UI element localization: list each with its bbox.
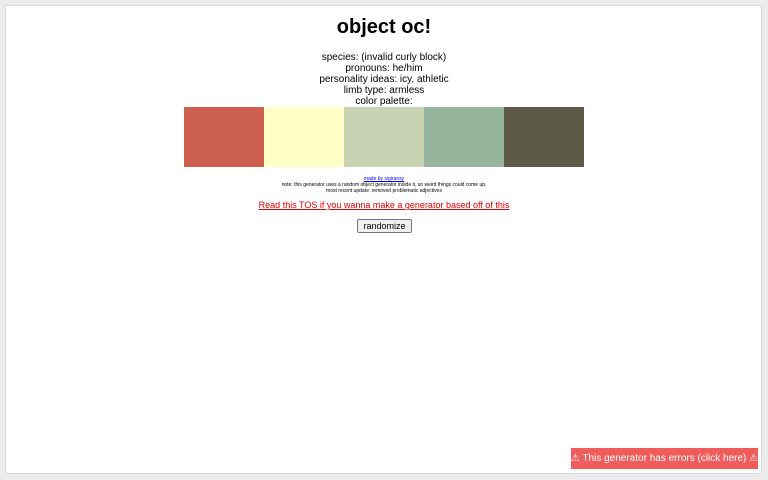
- color-palette: [184, 107, 584, 167]
- color-swatch-1: [184, 107, 264, 167]
- species-line: species: (invalid curly block): [321, 52, 447, 63]
- color-palette-label: color palette:: [355, 96, 413, 107]
- personality-line: personality ideas: icy, athletic: [319, 74, 449, 85]
- randomize-button[interactable]: randomize: [357, 219, 412, 233]
- color-swatch-2: [264, 107, 344, 167]
- error-notice-button[interactable]: ⚠ This generator has errors (click here)…: [571, 448, 758, 469]
- color-swatch-4: [424, 107, 504, 167]
- pronouns-line: pronouns: he/him: [345, 63, 423, 74]
- update-note: most recent update: removed problematic …: [326, 188, 442, 194]
- color-swatch-3: [344, 107, 424, 167]
- color-swatch-5: [504, 107, 584, 167]
- oc-info: species: (invalid curly block) pronouns:…: [0, 52, 768, 107]
- credits: made by sigiransy note: this generator u…: [0, 176, 768, 194]
- page-title: object oc!: [336, 16, 432, 38]
- tos-link[interactable]: Read this TOS if you wanna make a genera…: [0, 200, 768, 210]
- limb-type-line: limb type: armless: [343, 85, 425, 96]
